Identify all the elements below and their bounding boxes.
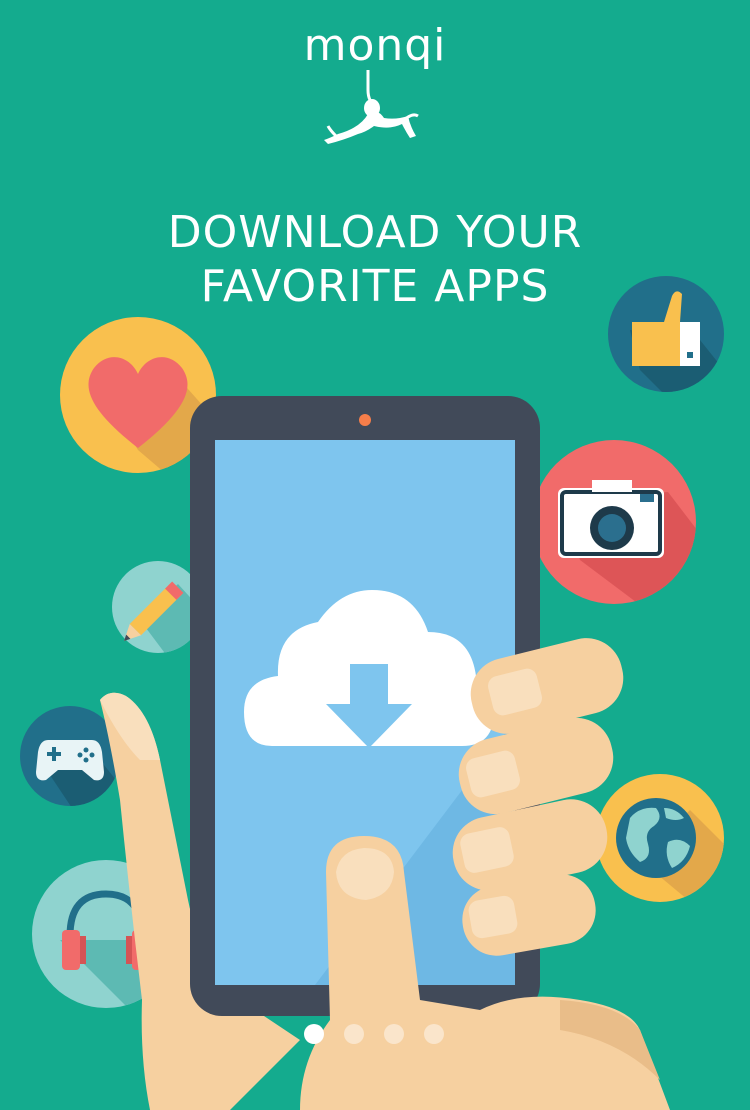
illustration [20, 276, 724, 1110]
page-indicator [300, 1024, 450, 1048]
page-dot-1[interactable] [304, 1024, 324, 1044]
page-dot-4[interactable] [424, 1024, 444, 1044]
thumbs-up-icon [608, 276, 724, 392]
fingers [452, 638, 624, 956]
page-dot-2[interactable] [344, 1024, 364, 1044]
camera-icon [532, 440, 696, 604]
globe-icon [596, 774, 724, 902]
page-dot-3[interactable] [384, 1024, 404, 1044]
